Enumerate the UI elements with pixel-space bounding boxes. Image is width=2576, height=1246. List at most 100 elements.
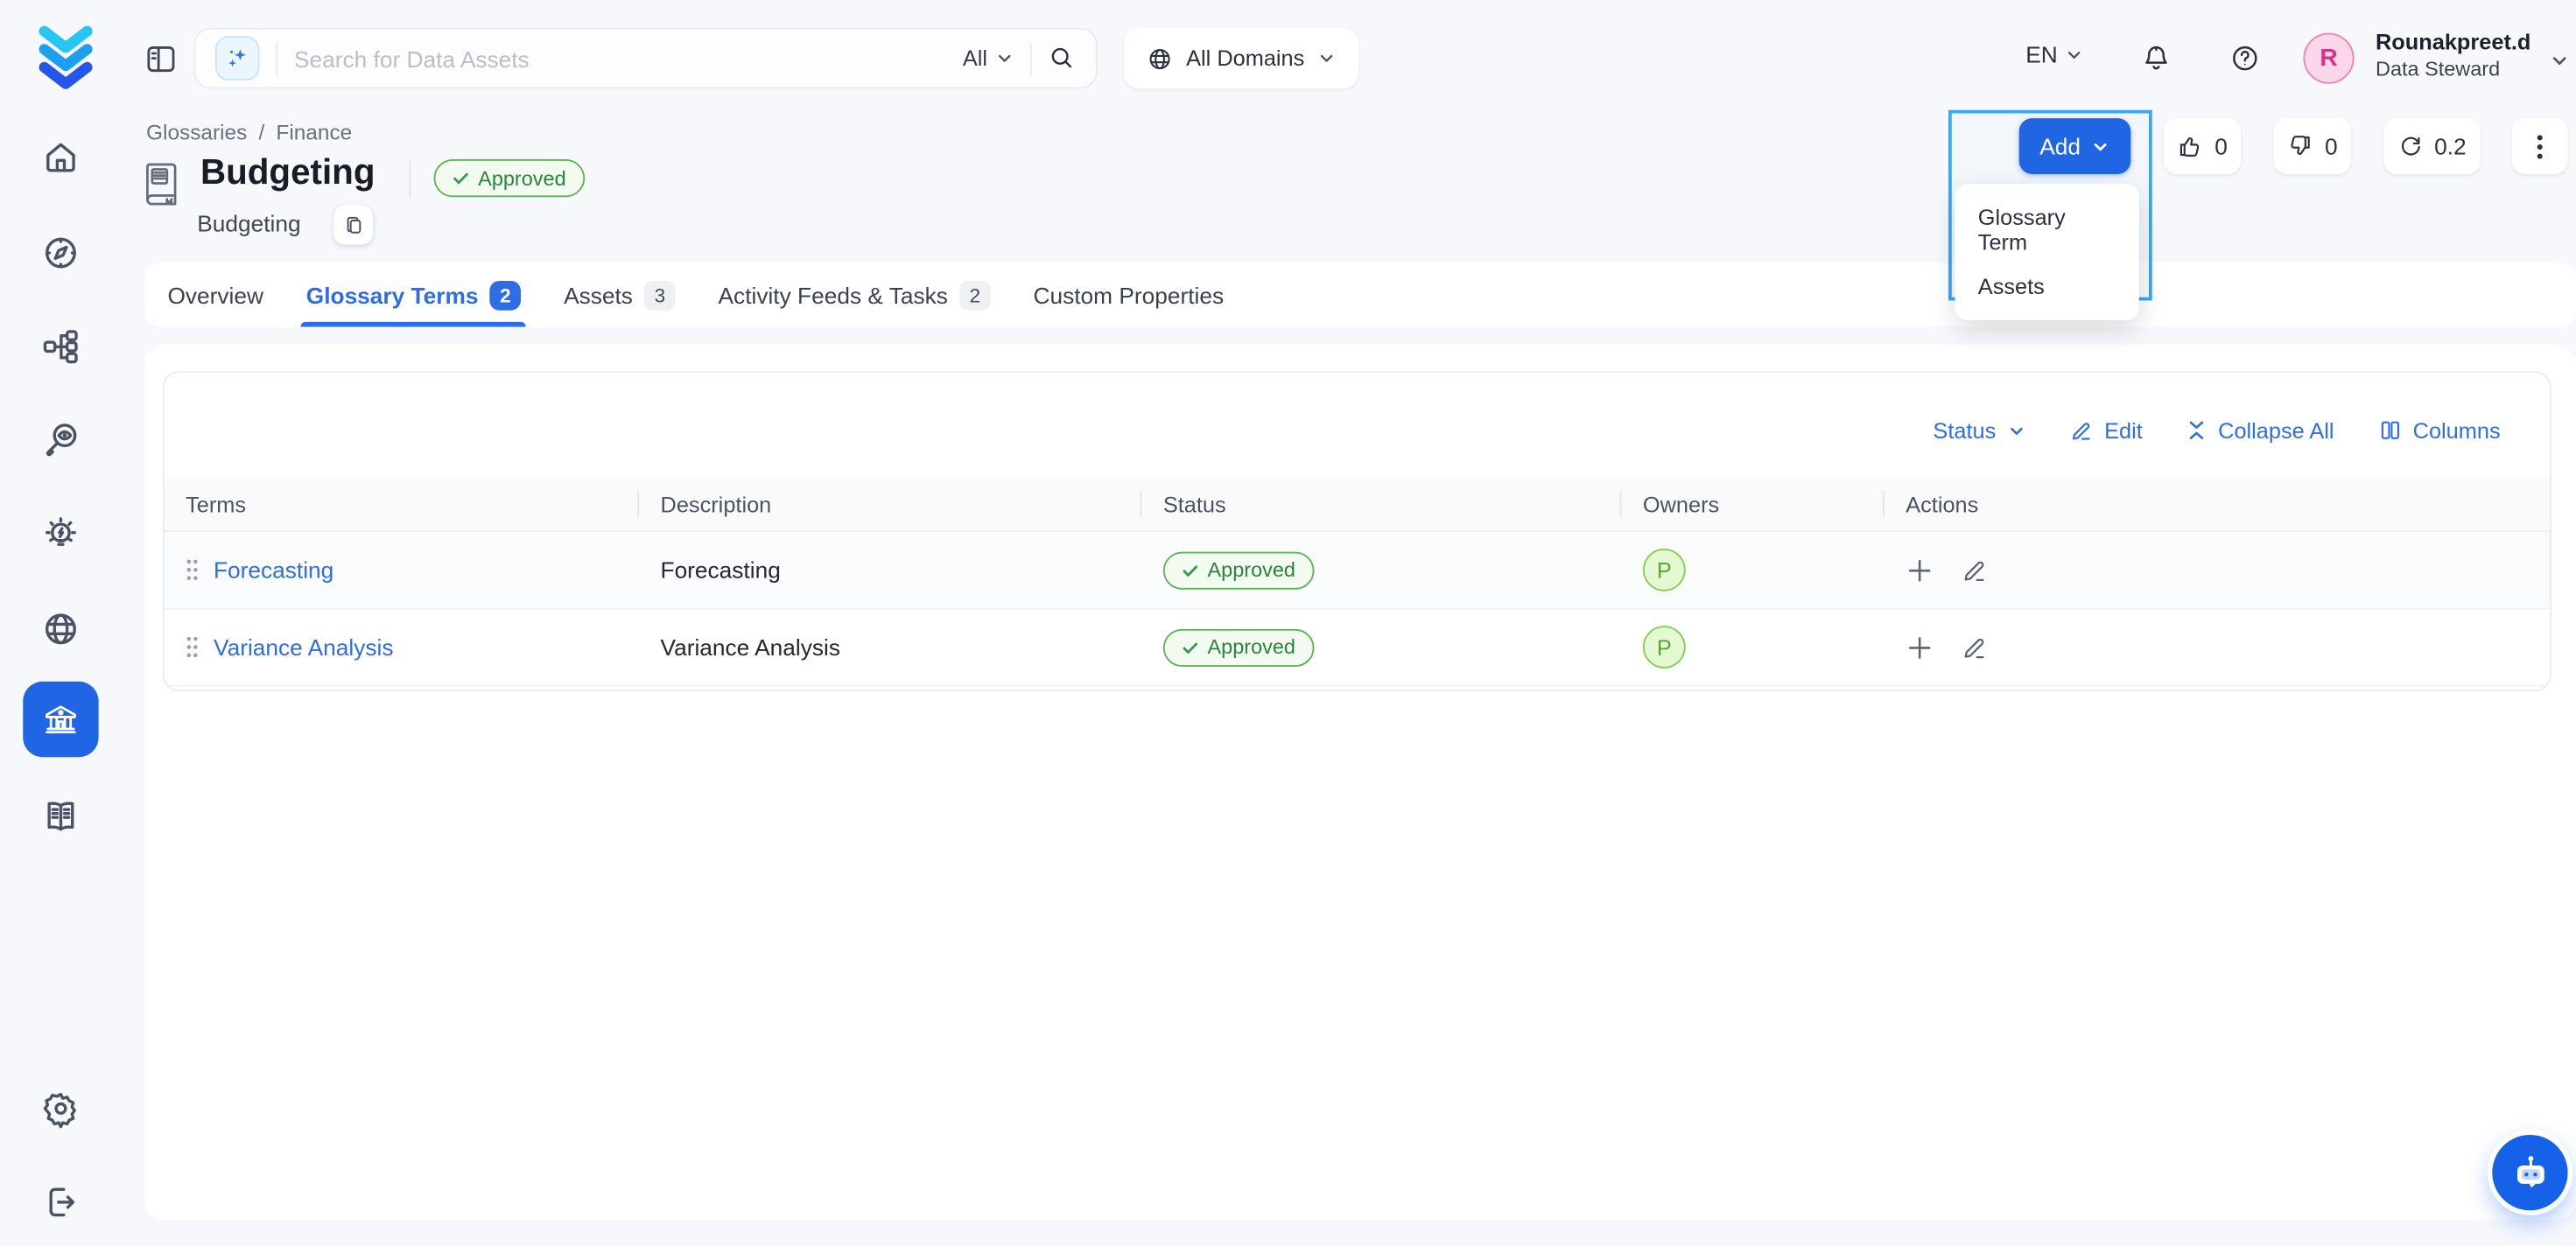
sidebar-explore-compass-icon[interactable] (41, 234, 81, 273)
term-description: Variance Analysis (639, 634, 1141, 660)
user-avatar-initial: R (2320, 45, 2337, 73)
sidebar-domains-globe-icon[interactable] (41, 609, 81, 648)
downvote-count: 0 (2325, 133, 2338, 159)
owner-initial: P (1657, 557, 1672, 582)
left-sidebar (0, 0, 122, 1246)
sidebar-governance-bank-icon[interactable] (23, 682, 98, 757)
app-window: All All Domains EN R Rounakpree (0, 0, 2576, 1246)
chevron-down-icon (995, 49, 1014, 67)
notifications-bell-icon[interactable] (2141, 43, 2172, 74)
columns-icon (2378, 419, 2401, 442)
search-input[interactable] (294, 46, 963, 72)
glossary-terms-panel: Status Edit Collapse All Columns (144, 345, 2576, 1220)
chevron-down-icon (2092, 137, 2110, 156)
table-header-row: Terms Description Status Owners Actions (165, 478, 2550, 532)
sidebar-glossary-book-icon[interactable] (41, 796, 81, 836)
add-child-term-icon[interactable] (1906, 556, 1934, 584)
tab-label: Overview (167, 282, 263, 308)
copy-fqn-button[interactable] (333, 206, 373, 245)
add-button[interactable]: Add (2019, 118, 2131, 174)
breadcrumb-glossaries[interactable]: Glossaries (146, 120, 247, 144)
row-status-label: Approved (1208, 635, 1295, 658)
edit-term-icon[interactable] (1962, 634, 1990, 662)
thumbs-down-icon (2287, 133, 2313, 159)
ai-sparkle-icon[interactable] (215, 36, 260, 80)
owner-avatar[interactable]: P (1643, 549, 1686, 592)
tab-label: Activity Feeds & Tasks (719, 282, 948, 308)
kebab-menu-icon (2535, 132, 2544, 160)
user-name: Rounakpreet.d (2376, 30, 2530, 58)
sidebar-logout-icon[interactable] (41, 1182, 81, 1222)
sidebar-lineage-icon[interactable] (41, 327, 81, 367)
more-actions-button[interactable] (2512, 118, 2568, 174)
add-button-label: Add (2039, 133, 2081, 159)
drag-handle-icon[interactable] (186, 558, 199, 581)
term-link[interactable]: Variance Analysis (214, 634, 393, 660)
table-toolbar: Status Edit Collapse All Columns (165, 373, 2550, 478)
collapse-all-button[interactable]: Collapse All (2186, 418, 2334, 443)
tab-count-badge: 3 (644, 280, 676, 310)
term-description: Forecasting (639, 556, 1141, 583)
tab-overview[interactable]: Overview (167, 262, 263, 326)
drag-handle-icon[interactable] (186, 635, 199, 658)
columns-button[interactable]: Columns (2378, 418, 2500, 443)
chatbot-button[interactable] (2492, 1135, 2567, 1210)
all-domains-button[interactable]: All Domains (1124, 28, 1358, 88)
top-navbar: All All Domains EN R Rounakpree (122, 0, 2576, 118)
version-button[interactable]: 0.2 (2383, 118, 2481, 174)
breadcrumb-finance[interactable]: Finance (276, 120, 352, 144)
page-title: Budgeting (200, 153, 376, 194)
copy-icon (342, 214, 363, 235)
owner-avatar[interactable]: P (1643, 626, 1686, 668)
header-terms: Terms (165, 478, 639, 530)
sidebar-toggle-icon[interactable] (144, 43, 178, 76)
user-role: Data Steward (2376, 57, 2530, 82)
add-child-term-icon[interactable] (1906, 634, 1934, 662)
tab-activity-feeds[interactable]: Activity Feeds & Tasks 2 (719, 262, 991, 326)
thumbs-up-icon (2177, 133, 2203, 159)
help-icon[interactable] (2229, 43, 2261, 74)
version-number: 0.2 (2434, 133, 2467, 159)
robot-icon (2508, 1151, 2552, 1195)
term-fqn: Budgeting (197, 210, 300, 236)
tab-assets[interactable]: Assets 3 (564, 262, 676, 326)
row-status-badge: Approved (1163, 628, 1314, 666)
table-row: Variance Analysis Variance Analysis Appr… (165, 609, 2550, 686)
table-row: Forecasting Forecasting Approved P (165, 532, 2550, 609)
language-label: EN (2025, 41, 2058, 67)
status-filter-label: Status (1933, 418, 1996, 443)
edit-term-icon[interactable] (1962, 556, 1990, 584)
language-dropdown[interactable]: EN (2025, 41, 2084, 67)
upvote-button[interactable]: 0 (2164, 118, 2241, 174)
menu-item-assets[interactable]: Assets (1955, 264, 2139, 309)
downvote-button[interactable]: 0 (2274, 118, 2351, 174)
chevron-down-icon (1317, 49, 1336, 67)
user-avatar[interactable]: R (2303, 33, 2354, 84)
edit-button[interactable]: Edit (2070, 418, 2143, 443)
sidebar-settings-gear-icon[interactable] (41, 1088, 81, 1128)
search-submit-icon[interactable] (1048, 45, 1076, 73)
sidebar-observability-icon[interactable] (41, 420, 81, 459)
divider (409, 161, 411, 199)
check-icon (1181, 561, 1199, 579)
breadcrumb: Glossaries / Finance (146, 120, 352, 144)
user-menu-chevron-icon[interactable] (2550, 51, 2570, 71)
glossary-term-book-icon (140, 159, 185, 206)
user-menu[interactable]: Rounakpreet.d Data Steward (2376, 30, 2530, 83)
tab-count-badge: 2 (959, 280, 991, 310)
search-scope-label: All (963, 46, 987, 71)
search-scope-dropdown[interactable]: All (963, 46, 1014, 71)
menu-item-glossary-term[interactable]: Glossary Term (1955, 195, 2139, 264)
app-logo-icon[interactable] (34, 21, 96, 94)
globe-icon (1147, 46, 1173, 72)
row-status-badge: Approved (1163, 551, 1314, 589)
sidebar-home-icon[interactable] (41, 138, 81, 178)
term-link[interactable]: Forecasting (214, 556, 333, 583)
tab-glossary-terms[interactable]: Glossary Terms 2 (306, 262, 521, 326)
tab-custom-properties[interactable]: Custom Properties (1034, 262, 1225, 326)
sidebar-insights-icon[interactable] (41, 515, 81, 555)
owner-initial: P (1657, 634, 1672, 659)
status-filter-dropdown[interactable]: Status (1933, 418, 2025, 443)
entity-tabs: Overview Glossary Terms 2 Assets 3 Activ… (144, 262, 2576, 326)
edit-label: Edit (2104, 418, 2143, 443)
